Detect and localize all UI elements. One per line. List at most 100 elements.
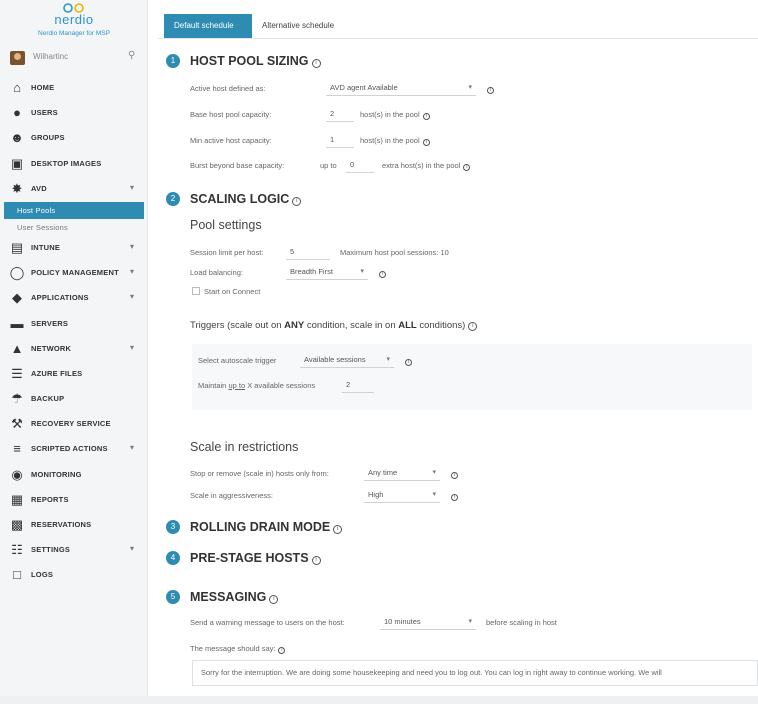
burst-suffix-text: extra host(s) in the pool [382,161,461,170]
search-icon[interactable]: ⚲ [128,50,135,61]
sidebar-item-label: USERS [31,108,58,118]
triggers-text: condition, scale in on [304,320,399,331]
maintain-input[interactable]: 2 [342,377,374,393]
tab-alternative-schedule[interactable]: Alternative schedule [252,14,344,38]
min-active-input[interactable]: 1 [326,132,354,148]
info-icon[interactable]: i [311,556,321,565]
server-icon: ▬ [10,315,24,331]
maintain-label: Maintain up to X available sessions [198,381,315,390]
sidebar-item-intune[interactable]: ▤ INTUNE ▾ [0,236,148,261]
info-icon[interactable]: i [448,469,458,479]
sidebar-item-host-pools[interactable]: Host Pools [4,201,144,219]
tab-default-schedule[interactable]: Default schedule [164,14,252,38]
send-warning-select[interactable]: 10 minutes ▾ [380,614,476,630]
sidebar-item-network[interactable]: ▲ NETWORK ▾ [0,337,148,362]
load-balancing-select[interactable]: Breadth First ▾ [286,264,368,280]
sidebar-item-label: NETWORK [31,343,72,353]
min-active-label: Min active host capacity: [190,136,272,145]
chevron-down-icon: ▾ [130,544,135,554]
send-warning-label: Send a warning message to users on the h… [190,618,345,627]
info-icon[interactable]: i [311,59,321,68]
info-icon[interactable]: i [376,268,386,278]
sidebar-item-label: INTUNE [31,242,61,252]
sidebar-item-desktop-images[interactable]: ▣ DESKTOP IMAGES [0,152,148,177]
sidebar-item-label: BACKUP [31,394,65,404]
select-trigger-value: Available sessions [304,355,366,364]
session-limit-input[interactable]: 5 [286,244,330,260]
sidebar-item-applications[interactable]: ◆ APPLICATIONS ▾ [0,286,148,311]
info-icon[interactable]: i [292,197,302,206]
sidebar-item-azure-files[interactable]: ☰ AZURE FILES [0,362,148,387]
base-capacity-input[interactable]: 2 [326,106,354,122]
active-host-label: Active host defined as: [190,84,266,93]
sidebar-item-groups[interactable]: ☻ GROUPS [0,126,148,151]
info-icon[interactable]: i [422,113,430,120]
step-number: 1 [166,54,180,68]
chevron-down-icon: ▾ [130,241,135,251]
sidebar-item-label: SCRIPTED ACTIONS [31,444,108,454]
info-icon[interactable]: i [484,84,494,94]
logo[interactable]: nerdio Nerdio Manager for MSP [0,0,148,44]
sidebar-item-user-sessions[interactable]: User Sessions [0,219,148,236]
load-balancing-value: Breadth First [290,267,333,276]
burst-label: Burst beyond base capacity: [190,161,285,170]
sidebar-item-reports[interactable]: ▦ REPORTS [0,488,148,513]
logo-text: nerdio [54,12,94,27]
info-icon[interactable]: i [463,164,471,171]
user-row[interactable]: Wilhartinc ⚲ [8,50,140,66]
info-icon[interactable]: i [269,595,279,604]
sidebar-item-scripted-actions[interactable]: ≡ SCRIPTED ACTIONS ▾ [0,437,148,462]
info-icon[interactable]: i [448,491,458,501]
stop-label: Stop or remove (scale in) hosts only fro… [190,469,329,478]
stop-select[interactable]: Any time ▾ [364,465,440,481]
base-capacity-suffix-text: host(s) in the pool [360,110,420,119]
step-number: 3 [166,520,180,534]
aggressiveness-select[interactable]: High ▾ [364,487,440,503]
select-trigger-dropdown[interactable]: Available sessions ▾ [300,352,394,368]
sidebar-item-recovery-service[interactable]: ⚒ RECOVERY SERVICE [0,412,148,437]
sidebar-item-logs[interactable]: □ LOGS [0,563,148,588]
info-icon[interactable]: i [422,139,430,146]
sidebar-item-policy-management[interactable]: ◯ POLICY MANAGEMENT ▾ [0,261,148,286]
sidebar-item-settings[interactable]: ☷ SETTINGS ▾ [0,538,148,563]
message-label-text: The message should say: [190,644,276,653]
burst-input[interactable]: 0 [346,157,374,173]
active-host-select[interactable]: AVD agent Available ▾ [326,80,476,96]
start-on-connect-checkbox[interactable] [192,287,200,295]
trigger-panel: Select autoscale trigger Available sessi… [192,344,752,410]
message-textarea[interactable]: Sorry for the interruption. We are doing… [192,660,758,686]
sidebar-item-reservations[interactable]: ▩ RESERVATIONS [0,513,148,538]
sidebar-nav: ⌂ HOME ● USERS ☻ GROUPS ▣ DESKTOP IMAGES… [0,76,148,589]
sidebar-item-label: LOGS [31,570,54,580]
chevron-down-icon: ▾ [432,469,436,476]
info-icon[interactable]: i [468,322,478,331]
chevron-down-icon: ▾ [130,342,135,352]
database-icon: ☰ [11,365,23,381]
sidebar-item-label: REPORTS [31,494,69,504]
user-name: Wilhartinc [33,52,69,61]
triggers-text: conditions) [416,320,466,331]
step-number: 5 [166,590,180,604]
sidebar-item-label: GROUPS [31,133,65,143]
info-icon[interactable]: i [278,647,286,654]
sidebar-item-home[interactable]: ⌂ HOME [0,76,148,101]
send-warning-value: 10 minutes [384,617,421,626]
sidebar-item-avd[interactable]: ✸ AVD ▾ [0,177,148,202]
start-on-connect-label: Start on Connect [204,287,261,296]
sidebar-item-label: SETTINGS [31,545,71,555]
sidebar-item-users[interactable]: ● USERS [0,101,148,126]
aggressiveness-label: Scale in aggressiveness: [190,491,273,500]
sidebar-item-backup[interactable]: ☂ BACKUP [0,387,148,412]
sidebar-item-label: AVD [31,183,47,193]
sidebar-item-label: SERVERS [31,318,69,328]
sidebar-item-servers[interactable]: ▬ SERVERS [0,312,148,337]
intune-icon: ▤ [10,239,24,255]
chevron-down-icon: ▾ [432,491,436,498]
chevron-down-icon: ▾ [130,182,135,192]
base-capacity-label: Base host pool capacity: [190,110,272,119]
sidebar-item-monitoring[interactable]: ◉ MONITORING [0,463,148,488]
reservations-icon: ▩ [10,517,24,532]
info-icon[interactable]: i [402,356,412,366]
info-icon[interactable]: i [333,525,343,534]
sidebar-item-label: MONITORING [31,469,82,479]
